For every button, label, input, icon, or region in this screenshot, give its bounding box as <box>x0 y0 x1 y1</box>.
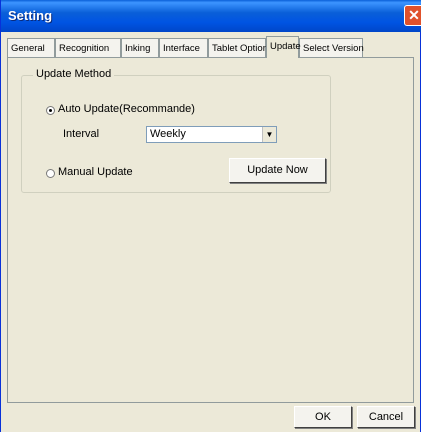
auto-update-label[interactable]: Auto Update(Recommande) <box>58 103 195 115</box>
tab-interface[interactable]: Interface <box>159 38 208 57</box>
auto-update-radio[interactable] <box>46 106 55 115</box>
update-now-button[interactable]: Update Now <box>229 158 326 183</box>
interval-value: Weekly <box>150 128 186 140</box>
tab-select-version[interactable]: Select Version <box>299 38 364 57</box>
chevron-down-icon[interactable]: ▼ <box>262 127 276 142</box>
settings-window: Setting ✕ General Recognition Inking Int… <box>0 0 421 432</box>
tab-recognition[interactable]: Recognition <box>55 38 121 57</box>
interval-select[interactable]: Weekly ▼ <box>146 126 277 143</box>
title-bar[interactable]: Setting ✕ <box>1 0 421 32</box>
manual-update-radio[interactable] <box>46 169 55 178</box>
tab-inking[interactable]: Inking <box>121 38 159 57</box>
radio-selected-dot <box>49 109 52 112</box>
tab-general[interactable]: General <box>7 38 55 57</box>
close-icon[interactable]: ✕ <box>404 5 421 26</box>
update-method-group-label: Update Method <box>33 68 115 80</box>
manual-update-label[interactable]: Manual Update <box>58 166 133 178</box>
interval-label: Interval <box>63 128 100 140</box>
cancel-button[interactable]: Cancel <box>357 406 415 428</box>
window-title: Setting <box>8 8 53 23</box>
tab-update[interactable]: Update <box>266 36 301 58</box>
tab-tablet-options[interactable]: Tablet Options <box>208 38 273 57</box>
ok-button[interactable]: OK <box>294 406 352 428</box>
